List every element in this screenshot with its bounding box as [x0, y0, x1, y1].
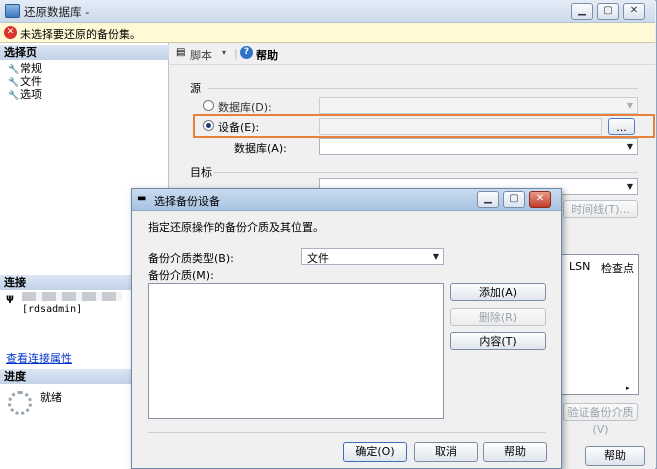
grid-col-lsn: LSN: [569, 260, 591, 273]
target-divider: [214, 172, 638, 173]
progress-spinner-icon: [8, 391, 32, 415]
browse-device-button[interactable]: ...: [608, 118, 635, 135]
database-radio[interactable]: [203, 100, 214, 111]
media-list-label: 备份介质(M):: [148, 269, 214, 282]
close-button[interactable]: ✕: [623, 3, 645, 20]
dialog-help-button[interactable]: 帮助: [483, 442, 547, 462]
source-database-combo[interactable]: ▼: [319, 97, 638, 114]
view-connection-properties-link[interactable]: 查看连接属性: [6, 350, 72, 366]
dialog-title-bar: ▬ 选择备份设备 ▁ ▢ ✕: [132, 189, 561, 211]
media-type-label: 备份介质类型(B):: [148, 252, 234, 265]
device-radio-label: 设备(E):: [218, 121, 260, 134]
ok-button[interactable]: 确定(O): [343, 442, 407, 462]
connection-user: [rdsadmin]: [22, 304, 83, 315]
dialog-icon: ▬: [137, 193, 147, 204]
window-title: 还原数据库 -: [24, 5, 90, 19]
toolbar-separator: |: [234, 47, 238, 60]
target-group-label: 目标: [190, 166, 212, 179]
device-radio[interactable]: [203, 120, 214, 131]
source-database-label: 数据库(A):: [234, 142, 287, 155]
add-button[interactable]: 添加(A): [450, 283, 546, 301]
dialog-bottom-divider: [148, 432, 546, 433]
dialog-maximize-button[interactable]: ▢: [503, 191, 525, 208]
device-path-field[interactable]: [319, 118, 602, 135]
dialog-minimize-button[interactable]: ▁: [477, 191, 499, 208]
verify-backup-media-button[interactable]: 验证备份介质(V): [563, 403, 638, 436]
contents-button[interactable]: 内容(T): [450, 332, 546, 350]
progress-status: 就绪: [40, 391, 62, 404]
dialog-title: 选择备份设备: [154, 195, 220, 208]
dialog-close-button[interactable]: ✕: [529, 191, 551, 208]
cancel-button[interactable]: 取消: [414, 442, 478, 462]
scroll-right-icon[interactable]: ▸: [626, 384, 630, 392]
warning-bar: ✕ 未选择要还原的备份集。: [0, 23, 655, 43]
source-divider: [208, 88, 638, 89]
dialog-instruction: 指定还原操作的备份介质及其位置。: [148, 221, 324, 234]
wrench-icon: 🔧: [8, 91, 20, 101]
backup-media-list[interactable]: [148, 283, 444, 419]
toolbar: ▤ 脚本 ▾ | ? 帮助: [170, 43, 655, 65]
server-icon: ψ: [6, 293, 14, 304]
page-options[interactable]: 🔧选项: [8, 86, 42, 102]
toolbar-help-button[interactable]: 帮助: [256, 47, 278, 63]
database-restore-icon: [5, 4, 20, 18]
script-icon: ▤: [176, 47, 186, 58]
database-radio-label: 数据库(D):: [218, 101, 272, 114]
error-icon: ✕: [4, 26, 17, 39]
server-name-redacted: [22, 292, 122, 301]
script-button[interactable]: 脚本: [190, 47, 212, 63]
title-bar: 还原数据库 - ▁ ▢ ✕: [0, 0, 655, 23]
main-help-button[interactable]: 帮助: [585, 446, 645, 466]
timeline-button[interactable]: 时间线(T)...: [563, 200, 638, 218]
script-dropdown-chevron-icon[interactable]: ▾: [222, 48, 226, 57]
select-backup-device-dialog: ▬ 选择备份设备 ▁ ▢ ✕ 指定还原操作的备份介质及其位置。 备份介质类型(B…: [131, 188, 562, 469]
maximize-button[interactable]: ▢: [597, 3, 619, 20]
select-page-header: 选择页: [0, 45, 169, 60]
remove-button[interactable]: 删除(R): [450, 308, 546, 326]
grid-col-checkpoint: 检查点: [601, 262, 634, 275]
media-type-select[interactable]: 文件 ▼: [301, 248, 444, 265]
media-type-value: 文件: [307, 252, 329, 265]
minimize-button[interactable]: ▁: [571, 3, 593, 20]
warning-text: 未选择要还原的备份集。: [20, 28, 141, 41]
source-database-select[interactable]: ▼: [319, 138, 638, 155]
source-group-label: 源: [190, 82, 201, 95]
help-icon: ?: [240, 46, 253, 59]
page-options-label: 选项: [20, 88, 42, 101]
